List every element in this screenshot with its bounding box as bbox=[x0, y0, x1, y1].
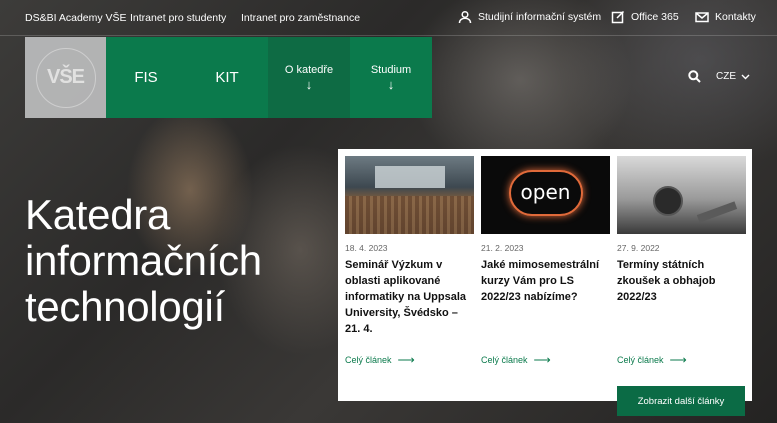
top-bar: DS&BI Academy VŠE Intranet pro studenty … bbox=[0, 0, 777, 36]
chevron-down-icon bbox=[741, 74, 750, 79]
read-more-label: Celý článek bbox=[617, 355, 664, 365]
nav-item-about-label: O katedře bbox=[284, 63, 334, 76]
news-image-alarm-clock[interactable] bbox=[617, 156, 746, 234]
hero-title-line: informačních bbox=[25, 237, 262, 284]
news-title[interactable]: Termíny státních zkoušek a obhajob 2022/… bbox=[617, 257, 746, 305]
arrow-down-icon: ↓ bbox=[305, 76, 313, 92]
link-dsbi-academy[interactable]: DS&BI Academy VŠE bbox=[25, 12, 127, 24]
show-more-articles-button[interactable]: Zobrazit další články bbox=[617, 386, 745, 416]
hero-title-line: technologií bbox=[25, 283, 225, 330]
search-icon bbox=[688, 70, 701, 83]
news-image-open-sign[interactable]: open bbox=[481, 156, 610, 234]
arrow-right-icon: ⟶ bbox=[669, 353, 687, 367]
news-card: 27. 9. 2022 Termíny státních zkoušek a o… bbox=[617, 156, 746, 367]
link-intranet-staff[interactable]: Intranet pro zaměstnance bbox=[241, 12, 360, 24]
news-date: 18. 4. 2023 bbox=[345, 243, 388, 253]
read-more-label: Celý článek bbox=[345, 355, 392, 365]
link-contacts[interactable]: Kontakty bbox=[695, 10, 756, 24]
news-card: open 21. 2. 2023 Jaké mimosemestrální ku… bbox=[481, 156, 610, 367]
language-label: CZE bbox=[716, 71, 736, 82]
mail-icon bbox=[695, 12, 709, 23]
news-card: 18. 4. 2023 Seminář Výzkum v oblasti apl… bbox=[345, 156, 474, 367]
nav-item-fis-label: FIS bbox=[134, 69, 158, 86]
link-study-system[interactable]: Studijní informační systém bbox=[458, 10, 601, 24]
office-365-label: Office 365 bbox=[631, 11, 679, 23]
hero-title-line: Katedra bbox=[25, 191, 171, 238]
vse-logo[interactable]: VŠE bbox=[25, 37, 106, 118]
news-date: 27. 9. 2022 bbox=[617, 243, 660, 253]
arrow-down-icon: ↓ bbox=[387, 76, 395, 92]
main-nav: VŠE FIS KIT O katedře ↓ Studium ↓ bbox=[25, 37, 432, 118]
nav-item-kit[interactable]: KIT bbox=[186, 37, 268, 118]
user-icon bbox=[458, 10, 472, 24]
logo-seal: VŠE bbox=[35, 47, 96, 108]
nav-item-kit-label: KIT bbox=[215, 69, 239, 86]
nav-item-fis[interactable]: FIS bbox=[106, 37, 186, 118]
news-title[interactable]: Jaké mimosemestrální kurzy Vám pro LS 20… bbox=[481, 257, 610, 305]
news-date: 21. 2. 2023 bbox=[481, 243, 524, 253]
language-selector[interactable]: CZE bbox=[716, 71, 750, 82]
nav-item-study[interactable]: Studium ↓ bbox=[350, 37, 432, 118]
arrow-right-icon: ⟶ bbox=[533, 353, 551, 367]
edit-icon bbox=[611, 10, 625, 24]
search-button[interactable] bbox=[688, 70, 701, 88]
news-image-auditorium[interactable] bbox=[345, 156, 474, 234]
logo-text: VŠE bbox=[46, 66, 85, 88]
nav-item-about[interactable]: O katedře ↓ bbox=[268, 37, 350, 118]
read-more-link[interactable]: Celý článek ⟶ bbox=[617, 353, 687, 367]
arrow-right-icon: ⟶ bbox=[397, 353, 415, 367]
news-panel: 18. 4. 2023 Seminář Výzkum v oblasti apl… bbox=[338, 149, 752, 401]
hero-title: Katedra informačních technologií bbox=[25, 192, 262, 330]
news-title[interactable]: Seminář Výzkum v oblasti aplikované info… bbox=[345, 257, 474, 337]
study-system-label: Studijní informační systém bbox=[478, 11, 602, 23]
link-intranet-students[interactable]: Intranet pro studenty bbox=[130, 12, 226, 24]
read-more-link[interactable]: Celý článek ⟶ bbox=[345, 353, 415, 367]
open-sign-text: open bbox=[520, 180, 571, 204]
nav-item-study-label: Studium bbox=[370, 63, 412, 76]
link-office-365[interactable]: Office 365 bbox=[611, 10, 679, 24]
read-more-link[interactable]: Celý článek ⟶ bbox=[481, 353, 551, 367]
read-more-label: Celý článek bbox=[481, 355, 528, 365]
contacts-label: Kontakty bbox=[715, 11, 756, 23]
